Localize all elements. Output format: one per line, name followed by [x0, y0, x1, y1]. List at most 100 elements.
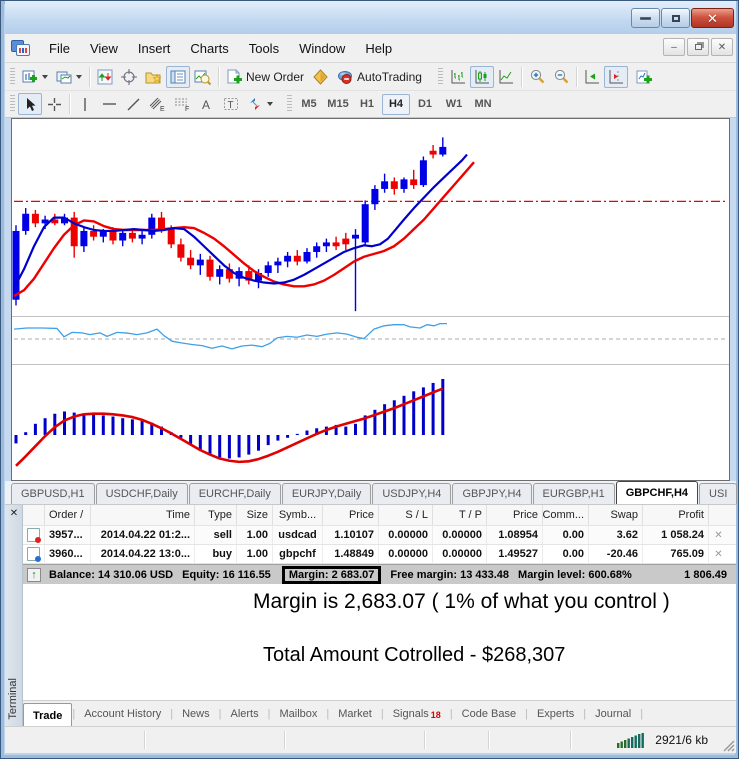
chart-tab-gbpjpy-h4[interactable]: GBPJPY,H4	[452, 483, 532, 504]
child-minimize-button[interactable]: –	[663, 38, 685, 56]
fibonacci-icon: F	[175, 98, 189, 112]
tester-icon	[194, 70, 211, 85]
window-close-button[interactable]: ✕	[691, 8, 734, 28]
chart-tab-usdchf-daily[interactable]: USDCHF,Daily	[95, 483, 188, 504]
terminal-button[interactable]	[166, 65, 190, 88]
menu-item-tools[interactable]: Tools	[239, 37, 289, 60]
navigator-button[interactable]	[141, 66, 166, 88]
column-header-tp[interactable]: T / P	[433, 505, 487, 525]
vertical-line-button[interactable]	[73, 93, 97, 115]
menu-item-insert[interactable]: Insert	[128, 37, 181, 60]
new-order-button[interactable]: New Order	[222, 66, 308, 88]
column-header-symbol[interactable]: Symb...	[273, 505, 323, 525]
chart-tab-gbpchf-h4[interactable]: GBPCHF,H4	[615, 481, 699, 504]
timeframe-button-h1[interactable]: H1	[353, 94, 381, 115]
window-minimize-button[interactable]	[631, 8, 660, 28]
timeframe-button-mn[interactable]: MN	[469, 94, 497, 115]
column-header-order[interactable]: Order /	[45, 505, 91, 525]
column-header-price[interactable]: Price	[323, 505, 379, 525]
chart-tab-eurjpy-daily[interactable]: EURJPY,Daily	[281, 483, 372, 504]
window-maximize-button[interactable]	[661, 8, 690, 28]
menu-item-help[interactable]: Help	[355, 37, 402, 60]
column-header-commission[interactable]: Comm...	[543, 505, 589, 525]
terminal-tab-market[interactable]: Market	[329, 703, 381, 725]
timeframe-button-h4[interactable]: H4	[382, 93, 410, 115]
text-label-button[interactable]: T	[219, 93, 243, 115]
close-order-button[interactable]: ✕	[709, 549, 728, 560]
fibonacci-button[interactable]: F	[170, 93, 195, 115]
strategy-tester-button[interactable]	[190, 66, 215, 88]
trend-line-button[interactable]	[121, 93, 145, 115]
terminal-close-button[interactable]: ✕	[8, 508, 20, 520]
menu-item-file[interactable]: File	[39, 37, 80, 60]
orders-table-header[interactable]: Order / Time Type Size Symb... Price S / LT / …	[23, 505, 736, 526]
terminal-tab-mailbox[interactable]: Mailbox	[270, 703, 326, 725]
column-header-swap[interactable]: Swap	[589, 505, 643, 525]
chart-tab-partial[interactable]: USI	[699, 483, 738, 504]
column-header-sl[interactable]: S / L	[379, 505, 433, 525]
chart-tab-usdjpy-h4[interactable]: USDJPY,H4	[372, 483, 452, 504]
cursor-button[interactable]	[18, 93, 42, 115]
text-icon: A	[202, 98, 210, 112]
auto-scroll-button[interactable]	[580, 66, 604, 88]
column-header-type[interactable]: Type	[195, 505, 237, 525]
timeframe-button-w1[interactable]: W1	[440, 94, 468, 115]
chart-shift-button[interactable]	[603, 65, 628, 88]
order-row[interactable]: 3960... 2014.04.22 13:0... buy 1.00 gbpchf 1.…	[23, 545, 736, 564]
order-size: 1.00	[237, 526, 273, 544]
close-order-button[interactable]: ✕	[709, 530, 728, 541]
new-order-icon	[227, 69, 242, 83]
candlestick-chart-button[interactable]	[469, 65, 494, 88]
column-header-profit[interactable]: Profit	[643, 505, 709, 525]
crosshair-button[interactable]	[42, 93, 66, 115]
menu-item-window[interactable]: Window	[289, 37, 355, 60]
zoom-out-button[interactable]	[549, 66, 573, 88]
text-label-icon: T	[224, 98, 238, 111]
menu-item-charts[interactable]: Charts	[180, 37, 238, 60]
market-watch-button[interactable]	[93, 66, 117, 88]
terminal-tab-trade[interactable]: Trade	[23, 702, 73, 727]
chart-tab-eurchf-daily[interactable]: EURCHF,Daily	[188, 483, 281, 504]
menu-item-view[interactable]: View	[80, 37, 128, 60]
metaeditor-button[interactable]	[308, 66, 333, 88]
bar-chart-button[interactable]	[446, 66, 470, 88]
data-window-button[interactable]	[117, 66, 141, 88]
terminal-tab-alerts[interactable]: Alerts	[221, 703, 267, 725]
chart-canvas[interactable]	[11, 118, 730, 481]
terminal-tab-news[interactable]: News	[173, 703, 219, 725]
toolbar-grip[interactable]	[10, 95, 15, 113]
arrows-button[interactable]	[243, 93, 277, 115]
profiles-icon	[56, 71, 72, 83]
child-restore-button[interactable]	[687, 38, 709, 56]
column-header-price2[interactable]: Price	[487, 505, 543, 525]
timeframe-button-m15[interactable]: M15	[324, 94, 352, 115]
column-header-time[interactable]: Time	[91, 505, 195, 525]
new-chart-button[interactable]	[18, 66, 52, 88]
autotrading-button[interactable]: AutoTrading	[333, 66, 426, 88]
terminal-tab-experts[interactable]: Experts	[528, 703, 583, 725]
terminal-tab-code-base[interactable]: Code Base	[453, 703, 525, 725]
chart-tab-eurgbp-h1[interactable]: EURGBP,H1	[532, 483, 615, 504]
order-row[interactable]: 3957... 2014.04.22 01:2... sell 1.00 usdcad 1…	[23, 526, 736, 545]
titlebar[interactable]: ✕	[5, 1, 736, 34]
timeframe-button-d1[interactable]: D1	[411, 94, 439, 115]
timeframe-button-m5[interactable]: M5	[295, 94, 323, 115]
toolbar-grip[interactable]	[287, 95, 292, 113]
zoom-in-button[interactable]	[525, 66, 549, 88]
toolbar-grip[interactable]	[10, 67, 15, 86]
equidistant-channel-button[interactable]: E	[145, 93, 170, 115]
terminal-tab-signals[interactable]: Signals 18	[384, 703, 450, 725]
toolbar-grip[interactable]	[437, 67, 443, 86]
terminal-tab-account-history[interactable]: Account History	[75, 703, 170, 725]
child-close-button[interactable]: ✕	[711, 38, 733, 56]
column-header-size[interactable]: Size	[237, 505, 273, 525]
profiles-button[interactable]	[52, 66, 86, 88]
margin-level-value: Margin level: 600.68%	[518, 568, 632, 581]
line-chart-button[interactable]	[494, 66, 518, 88]
terminal-tab-journal[interactable]: Journal	[586, 703, 640, 725]
chart-tab-gbpusd-h1[interactable]: GBPUSD,H1	[11, 483, 95, 504]
resize-grip[interactable]	[722, 739, 735, 752]
text-button[interactable]: A	[195, 93, 219, 115]
indicators-list-button[interactable]	[632, 66, 657, 88]
horizontal-line-button[interactable]	[97, 93, 121, 115]
